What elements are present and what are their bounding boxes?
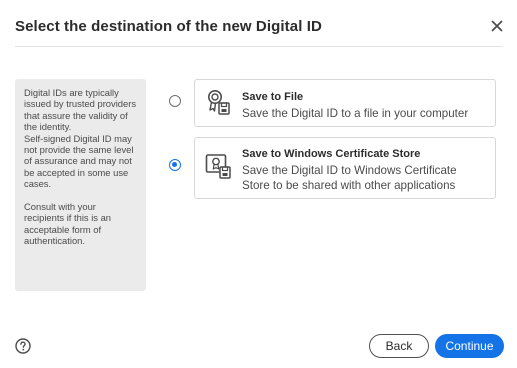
radio-save-to-file[interactable]: [169, 95, 181, 107]
option-save-to-file-description: Save the Digital ID to a file in your co…: [242, 107, 469, 120]
option-save-to-file-title: Save to File: [242, 91, 304, 103]
radio-save-to-windows-store[interactable]: [169, 159, 181, 171]
certificate-file-icon: [208, 90, 230, 115]
back-button[interactable]: Back: [369, 334, 429, 358]
continue-button[interactable]: Continue: [435, 334, 504, 358]
header-divider: [15, 46, 503, 47]
option-save-to-windows-store-title: Save to Windows Certificate Store: [242, 148, 421, 160]
dialog-title: Select the destination of the new Digita…: [15, 18, 322, 35]
info-paragraph-consult: Consult with your recipients if this is …: [24, 201, 112, 247]
info-panel: Digital IDs are typically issued by trus…: [15, 79, 146, 291]
certificate-store-icon: [205, 154, 231, 179]
help-icon[interactable]: [15, 338, 31, 354]
option-save-to-windows-store[interactable]: Save to Windows Certificate Store Save t…: [194, 137, 496, 199]
info-paragraph-self-signed: Self-signed Digital ID may not provide t…: [24, 132, 134, 190]
option-save-to-file[interactable]: Save to File Save the Digital ID to a fi…: [194, 79, 496, 127]
info-paragraph-trusted: Digital IDs are typically issued by trus…: [24, 87, 137, 133]
digital-id-destination-dialog: Select the destination of the new Digita…: [0, 0, 517, 368]
close-icon[interactable]: [490, 19, 504, 33]
option-save-to-windows-store-description: Save the Digital ID to Windows Certifica…: [242, 164, 457, 192]
